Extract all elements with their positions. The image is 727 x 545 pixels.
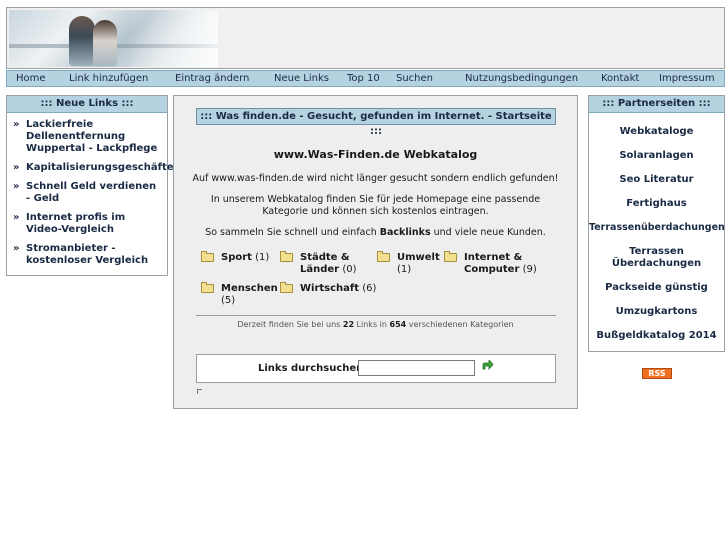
partner-list: Webkataloge Solaranlagen Seo Literatur F… [589, 126, 725, 342]
list-item[interactable]: Bußgeldkatalog 2014 [589, 330, 724, 342]
list-item[interactable]: » Schnell Geld verdienen - Geld [7, 181, 167, 205]
rss-button[interactable]: RSS [642, 368, 672, 379]
main-nav: Home Link hinzufügen Eintrag ändern Neue… [6, 70, 725, 87]
list-item[interactable]: Solaranlagen [589, 150, 724, 162]
list-item[interactable]: Packseide günstig [589, 282, 724, 294]
folder-icon [201, 282, 214, 293]
header-banner [6, 7, 725, 69]
nav-home[interactable]: Home [16, 73, 46, 84]
corner-mark [197, 389, 202, 394]
folder-icon [377, 251, 390, 262]
left-panel-title: ::: Neue Links ::: [7, 96, 167, 113]
list-item[interactable]: Webkataloge [589, 126, 724, 138]
neue-links-list: » Lackierfreie Dellenentfernung Wuppertal… [7, 119, 174, 267]
nav-nutzungsbedingungen[interactable]: Nutzungsbedingungen [465, 73, 578, 84]
right-panel-partnerseiten: ::: Partnerseiten ::: Webkataloge Solara… [588, 95, 725, 352]
main-content: ::: Was finden.de - Gesucht, gefunden im… [173, 95, 578, 409]
nav-neue-links[interactable]: Neue Links [274, 73, 329, 84]
list-item[interactable]: Terrassenüberdachungen [589, 222, 725, 234]
header-photo [9, 10, 218, 67]
nav-eintrag-aendern[interactable]: Eintrag ändern [175, 73, 249, 84]
nav-suchen[interactable]: Suchen [396, 73, 433, 84]
folder-icon [280, 251, 293, 262]
list-item[interactable]: » Lackierfreie Dellenentfernung Wuppertal… [7, 119, 167, 155]
search-label: Links durchsuchen [258, 363, 364, 374]
intro-text: Auf www.was-finden.de wird nicht länger … [192, 173, 559, 184]
catalog-heading: www.Was-Finden.de Webkatalog [273, 148, 478, 161]
backlinks-text: Backlinks [379, 227, 431, 238]
para1-line1: In unserem Webkatalog finden Sie für jed… [210, 194, 541, 205]
page-title: ::: Was finden.de - Gesucht, gefunden im… [196, 108, 556, 137]
catalog-stats: Derzeit finden Sie bei uns 22 Links in 6… [237, 320, 514, 329]
search-form: Links durchsuchen [196, 354, 556, 383]
list-item[interactable]: Terrassen Überdachungen [589, 246, 724, 270]
list-item[interactable]: » Internet profis im Video-Vergleich [7, 212, 167, 236]
nav-impressum[interactable]: Impressum [659, 73, 715, 84]
nav-link-hinzufuegen[interactable]: Link hinzufügen [69, 73, 148, 84]
right-panel-title: ::: Partnerseiten ::: [589, 96, 724, 113]
left-panel-neue-links: ::: Neue Links ::: » Lackierfreie Dellene… [6, 95, 174, 276]
nav-kontakt[interactable]: Kontakt [601, 73, 639, 84]
list-item[interactable]: » Kapitalisierungsgeschäfte [7, 162, 174, 174]
para2: So sammeln Sie schnell und einfach Backl… [205, 227, 546, 238]
list-item[interactable]: » Stromanbieter - kostenloser Vergleich [7, 243, 167, 267]
green-arrow-icon[interactable] [482, 360, 494, 371]
list-item[interactable]: Fertighaus [589, 198, 724, 210]
folder-icon [201, 251, 214, 262]
para1-line2: Kategorie und können sich kostenlos eint… [262, 206, 489, 217]
list-item[interactable]: Seo Literatur [589, 174, 724, 186]
divider [196, 315, 556, 316]
folder-icon [444, 251, 457, 262]
list-item[interactable]: Umzugkartons [589, 306, 724, 318]
search-input[interactable] [358, 360, 475, 376]
nav-top10[interactable]: Top 10 [347, 73, 380, 84]
folder-icon [280, 282, 293, 293]
